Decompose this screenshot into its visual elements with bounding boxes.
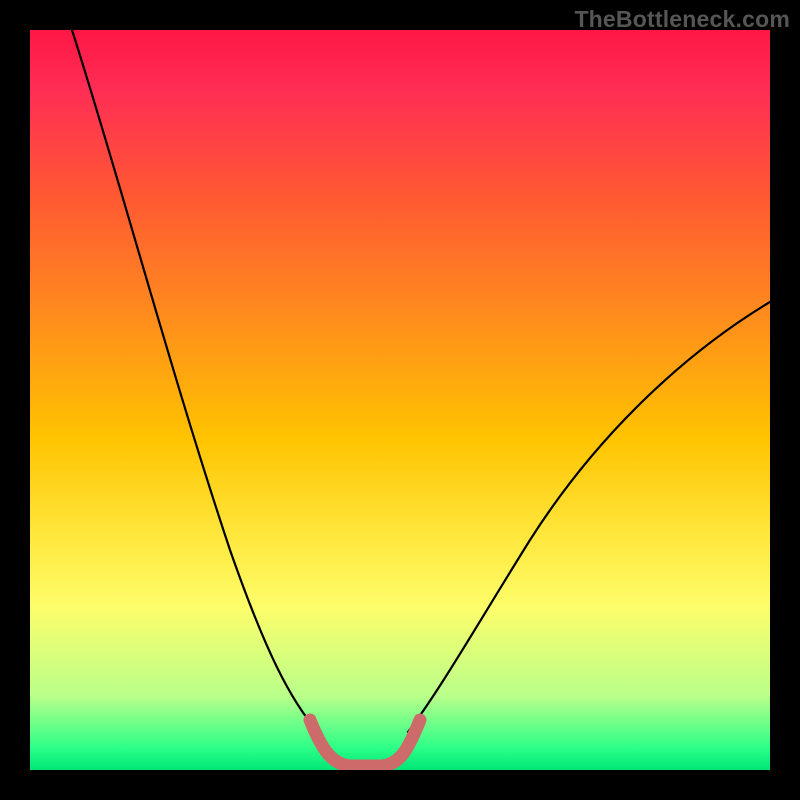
watermark-text: TheBottleneck.com bbox=[574, 6, 790, 33]
curve-layer bbox=[30, 30, 770, 770]
curve-valley-floor bbox=[310, 720, 420, 766]
curve-left-branch bbox=[72, 30, 318, 732]
plot-area bbox=[30, 30, 770, 770]
curve-right-branch bbox=[408, 302, 770, 732]
chart-frame: TheBottleneck.com bbox=[0, 0, 800, 800]
